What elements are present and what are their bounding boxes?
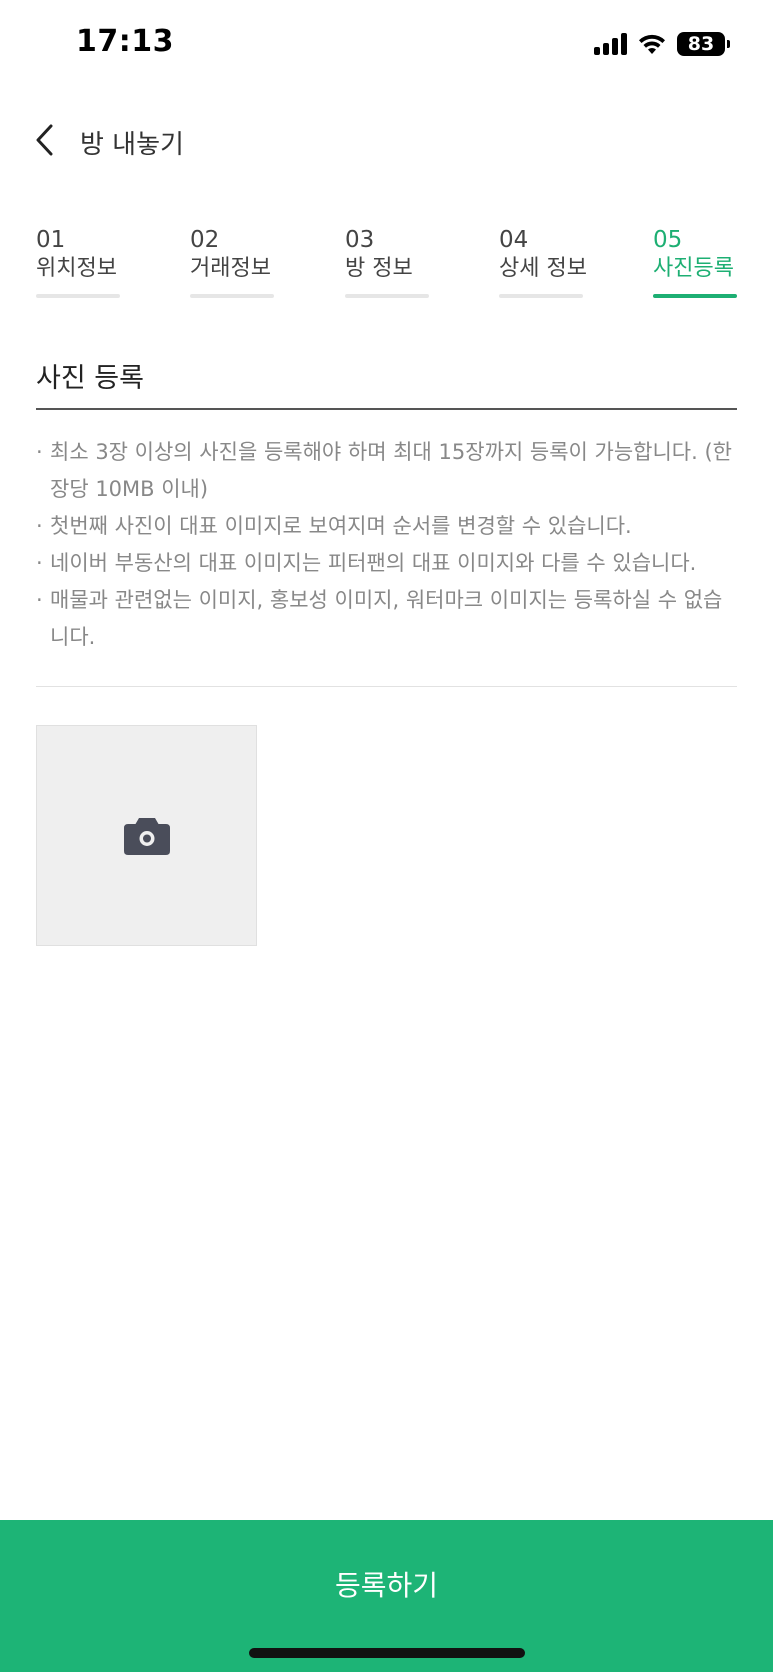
- step-indicator: [499, 294, 583, 298]
- step-label: 위치정보: [36, 256, 117, 281]
- note-item: 첫번째 사진이 대표 이미지로 보여지며 순서를 변경할 수 있습니다.: [36, 508, 741, 545]
- note-item: 최소 3장 이상의 사진을 등록해야 하며 최대 15장까지 등록이 가능합니다…: [36, 434, 741, 508]
- step-location[interactable]: 01 위치정보: [36, 226, 120, 298]
- notes-list: 최소 3장 이상의 사진을 등록해야 하며 최대 15장까지 등록이 가능합니다…: [36, 434, 741, 656]
- battery-level: 83: [687, 33, 715, 55]
- status-icons: 83: [594, 30, 730, 58]
- step-label: 방 정보: [345, 256, 413, 281]
- step-tabs: 01 위치정보 02 거래정보 03 방 정보 04 상세 정보 05 사진등록: [36, 226, 737, 298]
- step-indicator: [653, 294, 737, 298]
- status-time: 17:13: [76, 24, 174, 59]
- note-item: 네이버 부동산의 대표 이미지는 피터팬의 대표 이미지와 다를 수 있습니다.: [36, 545, 741, 582]
- step-label: 거래정보: [190, 256, 271, 281]
- section-divider: [36, 408, 737, 410]
- note-item: 매물과 관련없는 이미지, 홍보성 이미지, 워터마크 이미지는 등록하실 수 …: [36, 582, 741, 656]
- step-photos[interactable]: 05 사진등록: [653, 226, 737, 298]
- step-indicator: [36, 294, 120, 298]
- notes-divider: [36, 686, 737, 687]
- signal-icon: [594, 33, 627, 55]
- camera-icon: [123, 817, 170, 855]
- step-label: 상세 정보: [499, 256, 587, 281]
- step-details[interactable]: 04 상세 정보: [499, 226, 587, 298]
- step-indicator: [190, 294, 274, 298]
- step-number: 04: [499, 227, 529, 253]
- step-room-info[interactable]: 03 방 정보: [345, 226, 429, 298]
- add-photo-button[interactable]: [36, 725, 257, 946]
- step-number: 05: [653, 227, 683, 253]
- step-transaction[interactable]: 02 거래정보: [190, 226, 274, 298]
- back-button[interactable]: [24, 118, 64, 162]
- section-title: 사진 등록: [36, 363, 144, 394]
- step-number: 01: [36, 227, 66, 253]
- step-number: 02: [190, 227, 220, 253]
- home-indicator: [249, 1648, 525, 1658]
- chevron-left-icon: [36, 124, 53, 156]
- wifi-icon: [639, 34, 665, 54]
- step-number: 03: [345, 227, 375, 253]
- header: 방 내놓기: [0, 110, 773, 170]
- step-label: 사진등록: [653, 256, 734, 281]
- status-bar: 17:13 83: [0, 0, 773, 90]
- step-indicator: [345, 294, 429, 298]
- page-title: 방 내놓기: [80, 130, 184, 160]
- battery-icon: 83: [677, 32, 730, 56]
